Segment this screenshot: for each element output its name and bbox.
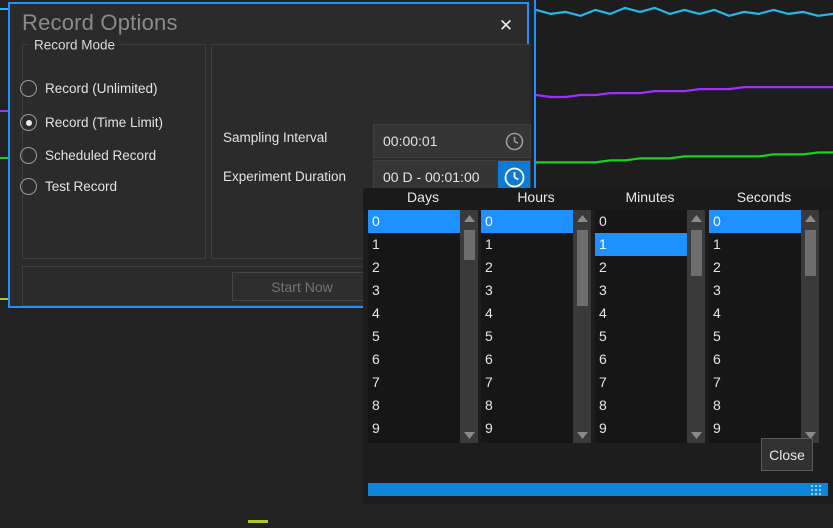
picker-option[interactable]: 4 [481,302,573,325]
picker-option[interactable]: 3 [481,279,573,302]
radio-option-0[interactable]: Record (Unlimited) [20,80,158,97]
picker-option[interactable]: 8 [368,394,460,417]
picker-option[interactable]: 9 [481,417,573,440]
picker-option[interactable]: 0 [481,210,573,233]
scrollbar-thumb[interactable] [691,230,702,276]
picker-option[interactable]: 0 [709,210,801,233]
picker-scrollbar[interactable] [573,210,591,443]
picker-resize-bar[interactable] [368,483,828,496]
picker-column-hours: 0123456789 [481,210,591,443]
radio-option-label: Scheduled Record [45,148,157,163]
scrollbar-thumb[interactable] [464,230,475,260]
bottom-yellow-trace [248,520,268,523]
picker-column-seconds: 0123456789 [709,210,819,443]
picker-option[interactable]: 1 [595,233,687,256]
picker-option[interactable]: 4 [595,302,687,325]
radio-option-1[interactable]: Record (Time Limit) [20,114,163,131]
chevron-up-icon[interactable] [460,210,478,226]
resize-grip-icon [811,485,825,495]
picker-scrollbar[interactable] [460,210,478,443]
sampling-interval-value: 00:00:01 [383,133,438,149]
picker-option[interactable]: 7 [595,371,687,394]
chevron-down-icon[interactable] [460,427,478,443]
picker-option[interactable]: 0 [368,210,460,233]
experiment-duration-label: Experiment Duration [223,169,347,184]
picker-option[interactable]: 2 [481,256,573,279]
picker-option[interactable]: 2 [709,256,801,279]
picker-column-minutes: 0123456789 [595,210,705,443]
picker-scrollbar[interactable] [687,210,705,443]
picker-scrollbar[interactable] [801,210,819,443]
scrollbar-thumb[interactable] [577,230,588,306]
picker-option[interactable]: 4 [368,302,460,325]
radio-option-3[interactable]: Test Record [20,178,117,195]
chart-plot-area [536,0,833,198]
picker-option[interactable]: 3 [368,279,460,302]
close-icon[interactable]: ✕ [493,13,519,39]
picker-option[interactable]: 6 [709,348,801,371]
scrollbar-thumb[interactable] [805,230,816,276]
chevron-up-icon[interactable] [573,210,591,226]
picker-option-list[interactable]: 0123456789 [595,210,687,443]
picker-option[interactable]: 8 [481,394,573,417]
radio-selected-icon [20,114,37,131]
picker-option[interactable]: 2 [595,256,687,279]
chevron-down-icon[interactable] [687,427,705,443]
picker-option[interactable]: 1 [709,233,801,256]
picker-option[interactable]: 6 [595,348,687,371]
picker-column-header-seconds: Seconds [736,189,792,205]
radio-option-label: Record (Unlimited) [45,81,158,96]
picker-column-header-hours: Hours [517,189,555,205]
picker-option[interactable]: 5 [595,325,687,348]
picker-close-button[interactable]: Close [761,438,813,471]
picker-option[interactable]: 6 [368,348,460,371]
picker-option[interactable]: 8 [595,394,687,417]
picker-option[interactable]: 3 [709,279,801,302]
picker-option[interactable]: 7 [368,371,460,394]
sampling-interval-field[interactable]: 00:00:01 [373,124,531,158]
picker-option[interactable]: 1 [368,233,460,256]
chevron-down-icon[interactable] [573,427,591,443]
radio-unselected-icon [20,147,37,164]
picker-column-header-minutes: Minutes [625,189,675,205]
picker-option-list[interactable]: 0123456789 [709,210,801,443]
chevron-up-icon[interactable] [687,210,705,226]
radio-unselected-icon [20,80,37,97]
picker-option[interactable]: 3 [595,279,687,302]
picker-option[interactable]: 9 [368,417,460,440]
picker-option[interactable]: 2 [368,256,460,279]
radio-option-label: Test Record [45,179,118,194]
picker-option[interactable]: 8 [709,394,801,417]
record-mode-legend: Record Mode [28,37,122,53]
app-root: Record Options ✕ Record Mode Record (Unl… [0,0,833,528]
picker-option[interactable]: 5 [709,325,801,348]
experiment-duration-value: 00 D - 00:01:00 [383,169,480,185]
picker-option[interactable]: 5 [368,325,460,348]
start-now-button[interactable]: Start Now [232,272,372,301]
sampling-interval-label: Sampling Interval [223,130,328,145]
picker-option[interactable]: 9 [709,417,801,440]
dialog-title: Record Options [22,10,178,35]
radio-option-label: Record (Time Limit) [45,115,164,130]
picker-option[interactable]: 0 [595,210,687,233]
picker-option[interactable]: 1 [481,233,573,256]
picker-option[interactable]: 4 [709,302,801,325]
chart-svg [536,0,833,198]
radio-unselected-icon [20,178,37,195]
picker-option[interactable]: 7 [709,371,801,394]
picker-option-list[interactable]: 0123456789 [481,210,573,443]
picker-option[interactable]: 7 [481,371,573,394]
radio-option-2[interactable]: Scheduled Record [20,147,156,164]
picker-option[interactable]: 9 [595,417,687,440]
clock-icon[interactable] [498,125,530,157]
picker-option[interactable]: 5 [481,325,573,348]
background-chart-panel [534,0,833,200]
duration-picker-popup: Days Hours Minutes Seconds 0123456789012345… [363,188,833,504]
picker-column-header-days: Days [407,189,439,205]
chevron-up-icon[interactable] [801,210,819,226]
picker-option-list[interactable]: 0123456789 [368,210,460,443]
picker-column-days: 0123456789 [368,210,478,443]
picker-option[interactable]: 6 [481,348,573,371]
